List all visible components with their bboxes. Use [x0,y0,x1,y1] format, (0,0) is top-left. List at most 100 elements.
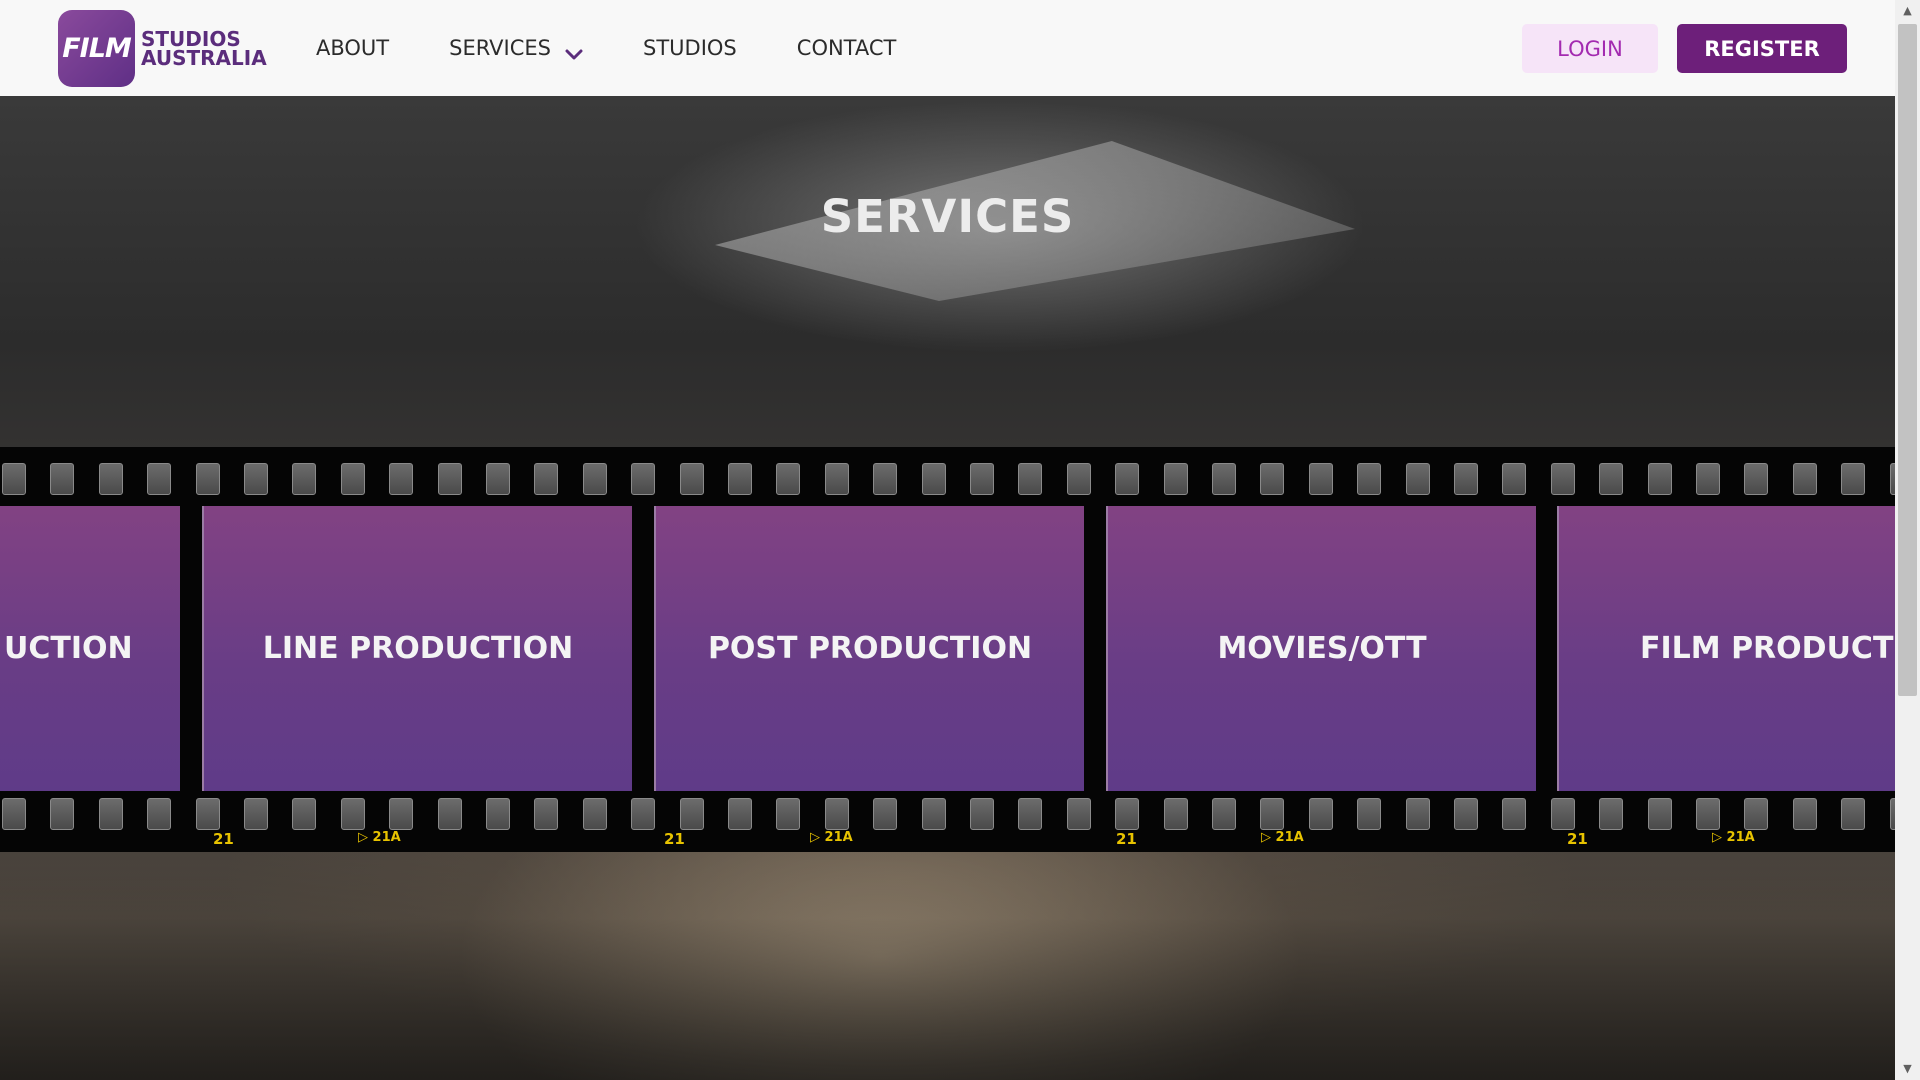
logo[interactable]: FILM STUDIOS AUSTRALIA [58,10,267,87]
film-perforation [1115,463,1139,495]
film-perforation [1648,798,1672,830]
film-perforation [583,798,607,830]
film-perforation [1648,463,1672,495]
film-perforation [1309,463,1333,495]
film-perforation [534,463,558,495]
service-frame-film-production[interactable]: FILM PRODUCTION [1557,506,1895,791]
scroll-down-arrow-icon[interactable]: ▼ [1898,1060,1917,1078]
film-perforation [2,798,26,830]
film-perforation [1696,463,1720,495]
service-frame-line-production[interactable]: LINE PRODUCTION [202,506,632,791]
film-perforation [292,463,316,495]
film-perforation [680,798,704,830]
film-perforation [99,463,123,495]
film-perforation [1793,798,1817,830]
film-perforation [1551,798,1575,830]
film-perforation [534,798,558,830]
register-button[interactable]: REGISTER [1677,24,1847,73]
film-perforation [873,798,897,830]
main-nav: ABOUT SERVICES STUDIOS CONTACT [316,0,956,96]
film-perforation [341,463,365,495]
film-perforation [486,798,510,830]
film-perforation [922,798,946,830]
film-perforation [1502,798,1526,830]
film-perforation [50,463,74,495]
film-perforation [728,463,752,495]
page-title: SERVICES [820,190,1075,243]
frame-code: ▷ 21A [1712,830,1755,845]
scrollbar-thumb[interactable] [1898,24,1917,696]
frame-code: ▷ 21A [358,830,401,845]
film-perforation [1357,798,1381,830]
frame-number: 21 [1567,830,1588,848]
film-perforation [1551,463,1575,495]
film-perforation [389,463,413,495]
film-perforation [1454,463,1478,495]
film-perforation [244,463,268,495]
frame-code-text: 21A [372,830,401,845]
film-perforation [1067,798,1091,830]
frame-code-text: 21A [1275,830,1304,845]
film-perforation [1067,463,1091,495]
film-perforation [631,798,655,830]
film-perforation [1744,798,1768,830]
nav-contact[interactable]: CONTACT [797,36,897,60]
film-perforation [728,798,752,830]
film-perforation [438,463,462,495]
film-perforation [1696,798,1720,830]
service-frame[interactable]: UCTION [0,506,180,791]
film-perforation [583,463,607,495]
film-perforation [1260,463,1284,495]
film-perforation [99,798,123,830]
scroll-up-arrow-icon[interactable]: ▲ [1898,2,1917,20]
frame-code: ▷ 21A [1261,830,1304,845]
frame-number: 21 [664,830,685,848]
film-perforation [1502,463,1526,495]
film-perforation [1309,798,1333,830]
film-perforation [1357,463,1381,495]
film-perforation [1018,798,1042,830]
service-label: POST PRODUCTION [707,631,1033,666]
nav-services[interactable]: SERVICES [449,36,583,60]
film-perforation [1454,798,1478,830]
frame-code: ▷ 21A [810,830,853,845]
services-filmstrip: UCTION LINE PRODUCTION POST PRODUCTION M… [0,447,1895,852]
film-perforation [244,798,268,830]
film-perforation [776,463,800,495]
frame-number: 21 [213,830,234,848]
site-header: FILM STUDIOS AUSTRALIA ABOUT SERVICES ST… [0,0,1895,96]
film-perforation [922,463,946,495]
film-perforation [1406,798,1430,830]
film-perforation [1599,463,1623,495]
logo-line-2: AUSTRALIA [141,45,267,70]
hero-section: SERVICES UCTION LINE PRODUCTION POST PRO… [0,96,1895,1080]
film-perforation [970,463,994,495]
film-perforation [825,463,849,495]
film-perforation [50,798,74,830]
film-perforation [970,798,994,830]
nav-about[interactable]: ABOUT [316,36,389,60]
filmstrip-top-perforations [0,463,1895,495]
logo-badge: FILM [58,10,135,87]
film-perforation [341,798,365,830]
film-perforation [776,798,800,830]
login-button[interactable]: LOGIN [1522,24,1658,73]
film-perforation [1793,463,1817,495]
service-frame-post-production[interactable]: POST PRODUCTION [654,506,1084,791]
film-perforation [1599,798,1623,830]
service-frame-movies-ott[interactable]: MOVIES/OTT [1106,506,1536,791]
film-perforation [292,798,316,830]
film-perforation [196,463,220,495]
nav-studios[interactable]: STUDIOS [643,36,737,60]
chevron-down-icon[interactable] [565,42,583,60]
film-perforation [147,463,171,495]
film-perforation [1744,463,1768,495]
frame-code-text: 21A [1726,830,1755,845]
film-perforation [196,798,220,830]
nav-about-label: ABOUT [316,36,390,60]
frame-code-text: 21A [824,830,853,845]
service-label: MOVIES/OTT [1217,631,1427,666]
film-perforation [389,798,413,830]
film-perforation [1260,798,1284,830]
film-perforation [1115,798,1139,830]
